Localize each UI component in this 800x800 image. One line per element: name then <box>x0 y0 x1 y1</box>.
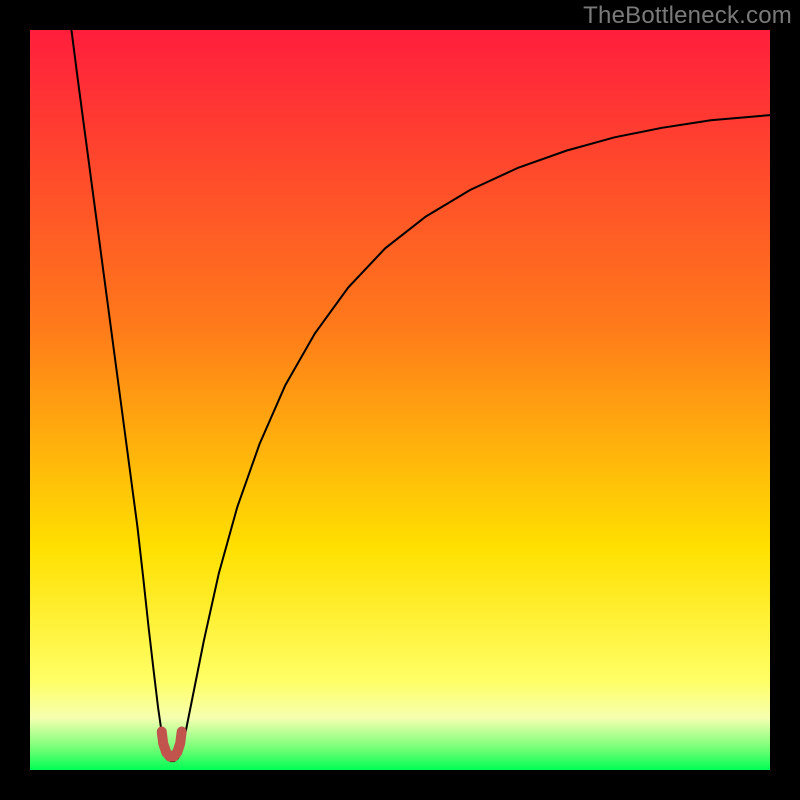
chart-svg <box>30 30 770 770</box>
watermark-text: TheBottleneck.com <box>583 2 792 30</box>
chart-background <box>30 30 770 770</box>
chart-frame: TheBottleneck.com <box>0 0 800 800</box>
